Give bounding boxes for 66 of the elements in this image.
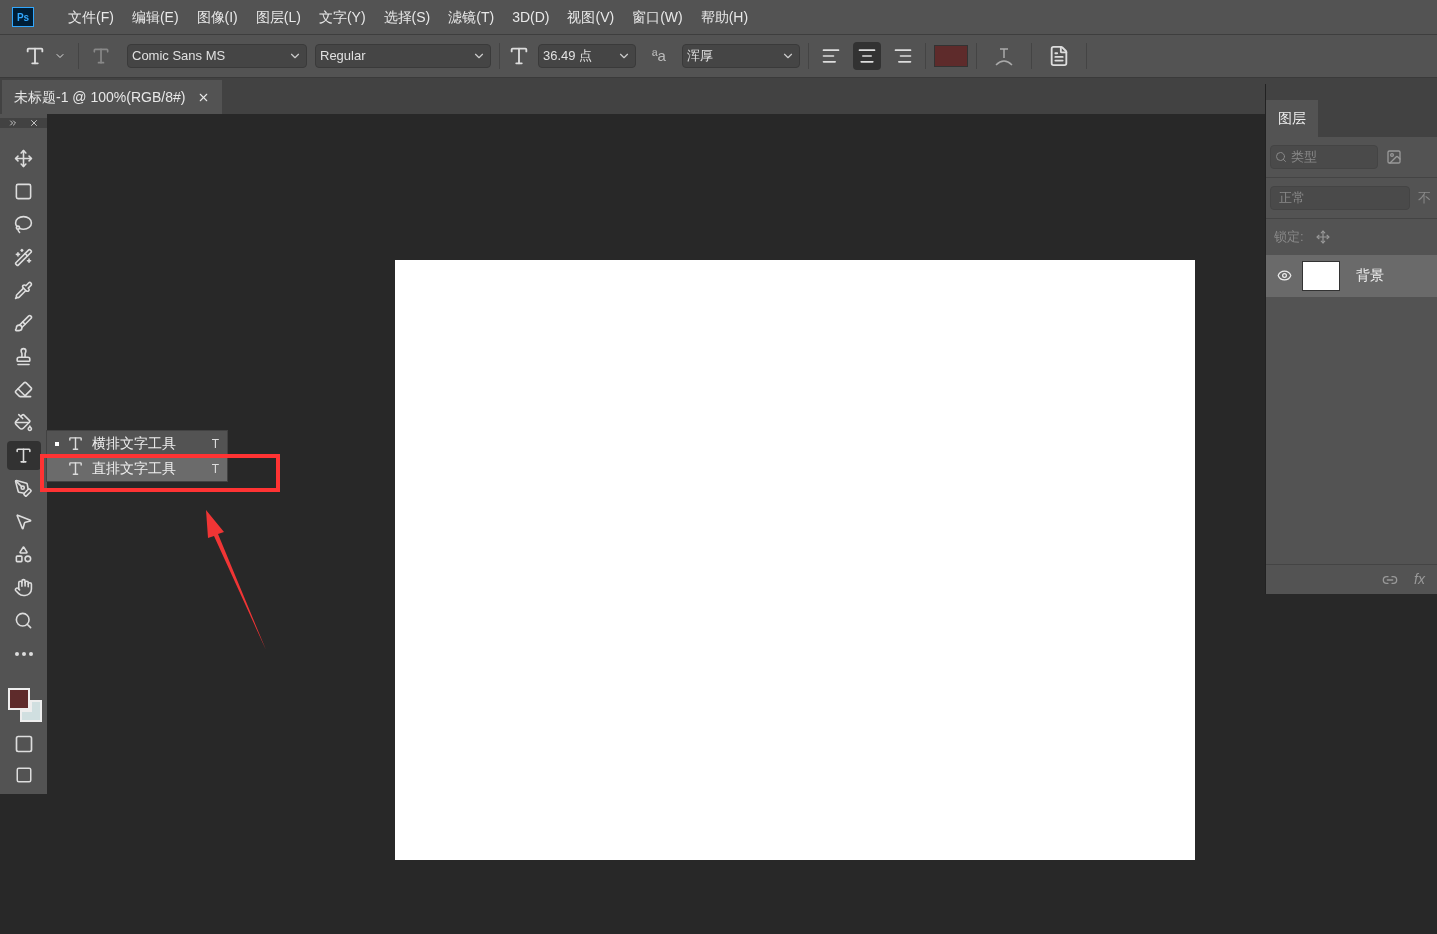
pen-icon xyxy=(14,479,33,498)
pointer-icon xyxy=(14,512,33,531)
screen-mode-icon[interactable] xyxy=(14,766,33,784)
tool-label: 直排文字工具 xyxy=(92,459,177,478)
dropdown[interactable]: Comic Sans MS xyxy=(127,44,307,68)
visibility-eye-icon[interactable] xyxy=(1276,268,1292,283)
align-icon xyxy=(820,46,841,66)
lasso-icon xyxy=(14,215,33,234)
image-filter-icon[interactable] xyxy=(1386,149,1402,165)
layers-tab[interactable]: 图层 xyxy=(1266,100,1318,137)
align-icon xyxy=(856,46,877,66)
menu-item[interactable]: 文字(Y) xyxy=(318,6,366,28)
shortcut-label: T xyxy=(211,460,219,478)
search-icon xyxy=(1275,151,1287,163)
type-tool-icon[interactable] xyxy=(24,45,46,67)
font-size-icon xyxy=(508,45,530,67)
current-tool-marker xyxy=(55,441,59,446)
type-icon xyxy=(67,435,84,452)
move-icon xyxy=(14,149,33,168)
expand-icon[interactable] xyxy=(8,118,18,128)
type-icon xyxy=(67,460,84,477)
more-icon xyxy=(14,651,33,656)
magic-wand-icon xyxy=(14,248,33,267)
tool-label: 横排文字工具 xyxy=(92,434,177,453)
tool-button[interactable] xyxy=(6,441,41,470)
layer-thumbnail xyxy=(1302,260,1340,291)
document-title: 未标题-1 @ 100%(RGB/8#) xyxy=(14,87,186,107)
zoom-icon xyxy=(14,611,33,630)
flyout-menu-item[interactable]: 横排文字工具 T xyxy=(47,431,227,456)
document-tab[interactable]: 未标题-1 @ 100%(RGB/8#) xyxy=(2,80,223,114)
shortcut-label: T xyxy=(211,435,219,453)
hand-icon xyxy=(14,578,33,597)
menu-item[interactable]: 滤镜(T) xyxy=(448,6,495,28)
menu-item[interactable]: 选择(S) xyxy=(383,6,431,28)
close-icon[interactable] xyxy=(29,118,39,128)
eyedropper-icon xyxy=(14,281,33,300)
dropdown[interactable]: 36.49 点 xyxy=(538,44,636,68)
layer-name: 背景 xyxy=(1356,266,1384,285)
eraser-icon xyxy=(14,380,33,399)
align-icon xyxy=(892,46,913,66)
menu-item[interactable]: 图像(I) xyxy=(196,6,238,28)
menu-item[interactable]: 文件(F) xyxy=(68,6,114,28)
antialias-label: ªa xyxy=(652,45,666,66)
lock-position-icon[interactable] xyxy=(1315,229,1330,244)
menu-item[interactable]: 帮助(H) xyxy=(700,6,749,28)
dropdown[interactable]: 浑厚 xyxy=(681,44,800,68)
menu-item[interactable]: 视图(V) xyxy=(567,6,615,28)
menu-item[interactable]: 3D(D) xyxy=(512,6,550,28)
quick-mask-icon[interactable] xyxy=(13,734,34,754)
brush-icon xyxy=(14,314,33,333)
stamp-icon xyxy=(14,347,33,366)
type-icon xyxy=(14,446,33,465)
text-color-swatch[interactable] xyxy=(933,45,968,67)
paint-bucket-icon xyxy=(14,413,33,432)
menu-item[interactable]: 图层(L) xyxy=(255,6,301,28)
marquee-icon xyxy=(14,182,33,201)
menu-item[interactable]: 编辑(E) xyxy=(131,6,179,28)
shape-icon xyxy=(14,545,33,564)
filter-placeholder: 类型 xyxy=(1291,148,1317,167)
align-button[interactable] xyxy=(852,42,881,70)
layer-row[interactable]: 背景 xyxy=(1266,254,1437,297)
foreground-color-swatch[interactable] xyxy=(7,688,30,710)
dropdown[interactable]: Regular xyxy=(315,44,491,68)
menu-item[interactable]: 窗口(W) xyxy=(632,6,683,28)
flyout-menu-item[interactable]: 直排文字工具 T xyxy=(47,456,227,481)
app-logo: Ps xyxy=(12,7,34,27)
